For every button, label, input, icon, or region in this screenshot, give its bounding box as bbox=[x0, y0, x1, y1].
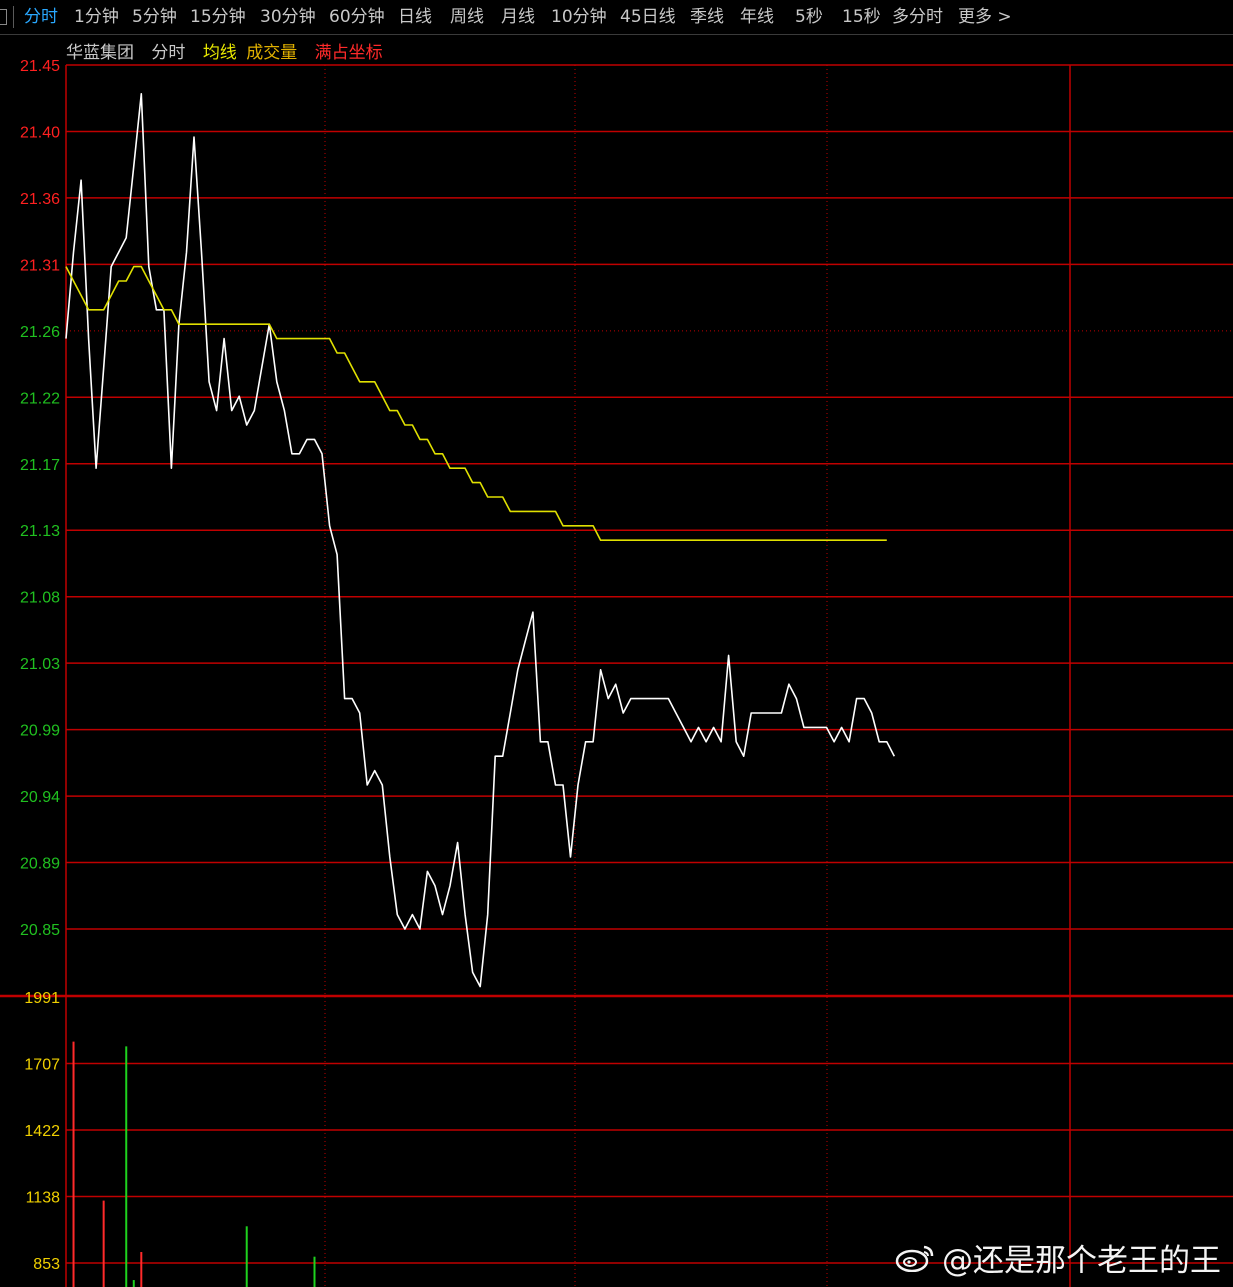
avg-line bbox=[65, 265, 887, 542]
price-tick-label: 21.26 bbox=[20, 324, 60, 341]
tab-separator bbox=[13, 6, 14, 28]
period-tab-bar: 分时 1分钟 5分钟 15分钟 30分钟 60分钟 日线 周线 月线 10分钟 45日线 季线 年线 5秒… bbox=[0, 0, 1233, 35]
tab-13[interactable]: 5秒 bbox=[795, 0, 823, 34]
price-tick-label: 21.22 bbox=[20, 390, 60, 407]
price-tick-label: 21.17 bbox=[20, 457, 60, 474]
price-tick-label: 20.99 bbox=[20, 723, 60, 740]
tab-14[interactable]: 15秒 bbox=[842, 0, 881, 34]
volume-tick-label: 1422 bbox=[24, 1123, 60, 1140]
price-tick-label: 20.94 bbox=[20, 789, 60, 806]
tab-3[interactable]: 15分钟 bbox=[190, 0, 246, 34]
watermark-text: @还是那个老王的王 bbox=[942, 1242, 1221, 1279]
collapse-icon[interactable] bbox=[0, 9, 7, 25]
price-tick-label: 20.89 bbox=[20, 856, 60, 873]
volume-tick-label: 1991 bbox=[24, 990, 60, 1007]
tab-6[interactable]: 日线 bbox=[398, 0, 432, 34]
tab-5[interactable]: 60分钟 bbox=[329, 0, 385, 34]
tab-11[interactable]: 季线 bbox=[690, 0, 724, 34]
price-tick-label: 21.31 bbox=[20, 257, 60, 274]
price-tick-label: 21.03 bbox=[20, 656, 60, 673]
price-tick-label: 21.13 bbox=[20, 523, 60, 540]
volume-tick-label: 1138 bbox=[26, 1190, 61, 1207]
price-tick-label: 21.36 bbox=[20, 191, 60, 208]
tab-1[interactable]: 1分钟 bbox=[74, 0, 119, 34]
tab-7[interactable]: 周线 bbox=[450, 0, 484, 34]
tab-2[interactable]: 5分钟 bbox=[132, 0, 177, 34]
price-tick-label: 21.08 bbox=[20, 590, 60, 607]
price-tick-label: 21.40 bbox=[20, 124, 60, 141]
tab-12[interactable]: 年线 bbox=[740, 0, 774, 34]
intraday-chart: 21.45 21.40 21.36 21.31 21.26 21.22 21.17 21.13… bbox=[0, 58, 1233, 1287]
weibo-watermark: @还是那个老王的王 bbox=[894, 1235, 1221, 1279]
tab-8[interactable]: 月线 bbox=[501, 0, 535, 34]
tab-4[interactable]: 30分钟 bbox=[260, 0, 316, 34]
tab-9[interactable]: 10分钟 bbox=[551, 0, 607, 34]
weibo-icon bbox=[895, 1245, 934, 1272]
price-tick-label: 21.45 bbox=[20, 58, 60, 75]
volume-tick-label: 1707 bbox=[24, 1057, 60, 1074]
tab-15[interactable]: 多分时 bbox=[892, 0, 943, 34]
price-tick-label: 20.85 bbox=[20, 922, 60, 939]
tab-0[interactable]: 分时 bbox=[24, 0, 58, 34]
volume-tick-label: 853 bbox=[33, 1256, 60, 1273]
tab-10[interactable]: 45日线 bbox=[620, 0, 676, 34]
tab-16[interactable]: 更多 > bbox=[958, 0, 1012, 34]
